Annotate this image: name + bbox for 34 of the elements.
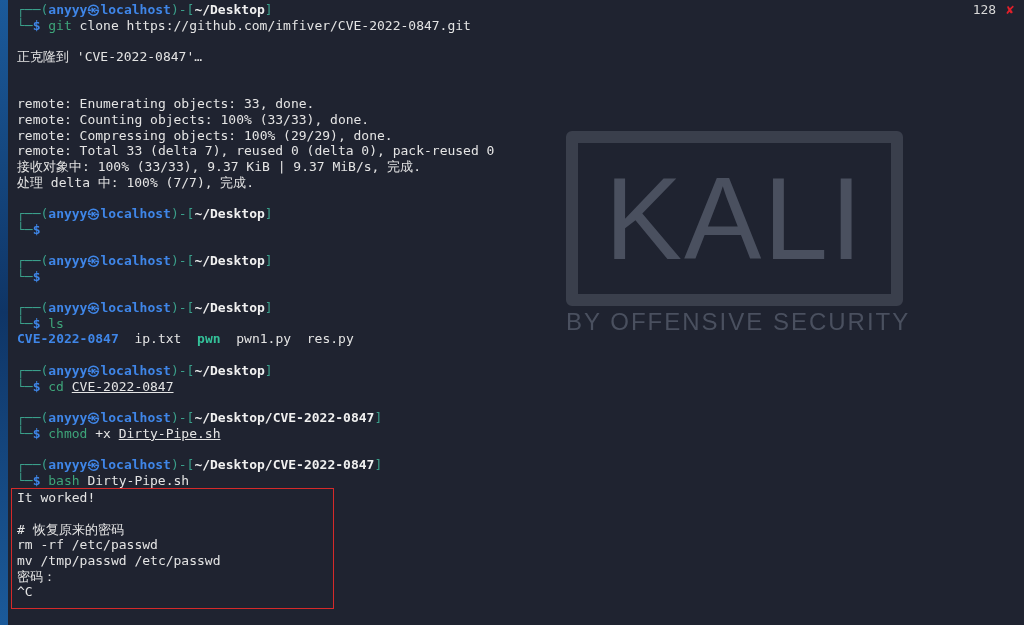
prompt-header: ┌──(anyyy㉿localhost)-[~/Desktop]: [17, 362, 273, 379]
command-line: └─$: [17, 268, 41, 285]
file-name: res.py: [306, 331, 354, 348]
output-line: 接收对象中: 100% (33/33), 9.37 KiB | 9.37 MiB/s, 完成.: [17, 158, 422, 175]
prompt-header: ┌──(anyyy㉿localhost)-[~/Desktop/CVE-2022-0847]: [17, 457, 383, 473]
file-name: pwn: [197, 331, 221, 348]
exit-code: 128: [972, 2, 997, 18]
output-line: # 恢复原来的密码: [17, 521, 124, 538]
prompt-header: ┌──(anyyy㉿localhost)-[~/Desktop]: [17, 2, 273, 18]
prompt-header: ┌──(anyyy㉿localhost)-[~/Desktop]: [17, 253, 273, 269]
output-line: 处理 delta 中: 100% (7/7), 完成.: [17, 174, 255, 191]
file-name: pwn1.py: [236, 331, 292, 348]
file-name: ip.txt: [134, 331, 182, 348]
output-line: It worked!: [17, 490, 96, 507]
output-line: remote: Total 33 (delta 7), reused 0 (delta 0), pack-reused 0: [17, 143, 495, 159]
prompt-header: ┌──(anyyy㉿localhost)-[~/Desktop]: [17, 300, 273, 316]
output-line: ^C: [17, 584, 33, 601]
command-line: └─$ chmod +x Dirty-Pipe.sh: [17, 425, 221, 442]
command-line: └─$ ls: [17, 315, 64, 332]
output-line: mv /tmp/passwd /etc/passwd: [17, 553, 221, 569]
command-line: └─$ git clone https://github.com/imfiver/CVE-2022-0847.git: [17, 17, 471, 34]
output-line: remote: Counting objects: 100% (33/33), done.: [17, 111, 370, 128]
error-mark: ✘: [1006, 2, 1014, 18]
command-line: └─$ bash Dirty-Pipe.sh: [17, 472, 190, 489]
command-line: └─$ cd CVE-2022-0847: [17, 378, 174, 395]
output-line: 密码：: [17, 568, 56, 585]
file-name: CVE-2022-0847: [17, 331, 119, 348]
command-line: └─$: [17, 221, 41, 238]
output-line: rm -rf /etc/passwd: [17, 537, 158, 554]
prompt-header: ┌──(anyyy㉿localhost)-[~/Desktop]: [17, 205, 273, 222]
prompt-header: ┌──(anyyy㉿localhost)-[~/Desktop/CVE-2022-0847]: [17, 409, 383, 426]
output-line: remote: Enumerating objects: 33, done.: [17, 96, 315, 112]
output-line: 正克隆到 'CVE-2022-0847'…: [17, 49, 203, 65]
output-line: remote: Compressing objects: 100% (29/29), done.: [17, 127, 393, 144]
